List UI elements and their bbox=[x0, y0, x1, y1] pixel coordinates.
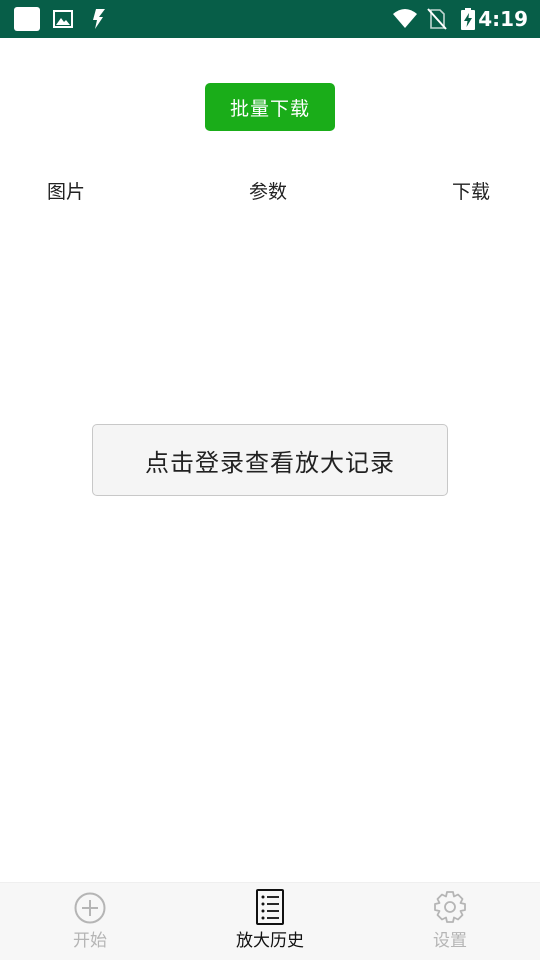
gear-icon bbox=[434, 891, 466, 923]
list-document-icon bbox=[256, 889, 284, 925]
bottom-navigation: 开始 放大历史 设置 bbox=[0, 882, 540, 960]
column-header-image: 图片 bbox=[47, 181, 86, 203]
status-time: 4:19 bbox=[478, 7, 528, 31]
nav-tab-label: 放大历史 bbox=[236, 931, 304, 951]
nav-tab-history[interactable]: 放大历史 bbox=[180, 883, 360, 961]
batch-download-button[interactable]: 批量下载 bbox=[205, 83, 335, 131]
status-bar: 4:19 bbox=[0, 0, 540, 38]
login-to-view-history-button[interactable]: 点击登录查看放大记录 bbox=[92, 424, 448, 496]
bolt-app-icon bbox=[93, 9, 105, 29]
nav-tab-label: 设置 bbox=[433, 931, 467, 951]
nav-tab-start[interactable]: 开始 bbox=[0, 883, 180, 961]
no-sim-icon bbox=[427, 8, 447, 30]
column-header-params: 参数 bbox=[249, 181, 288, 203]
battery-charging-icon bbox=[461, 8, 475, 30]
column-header-download: 下载 bbox=[452, 181, 491, 203]
add-circle-icon bbox=[74, 892, 106, 924]
image-icon bbox=[53, 10, 73, 28]
wifi-icon bbox=[393, 9, 417, 28]
notification-square-icon bbox=[14, 7, 40, 31]
nav-tab-settings[interactable]: 设置 bbox=[360, 883, 540, 961]
nav-tab-label: 开始 bbox=[73, 931, 107, 951]
